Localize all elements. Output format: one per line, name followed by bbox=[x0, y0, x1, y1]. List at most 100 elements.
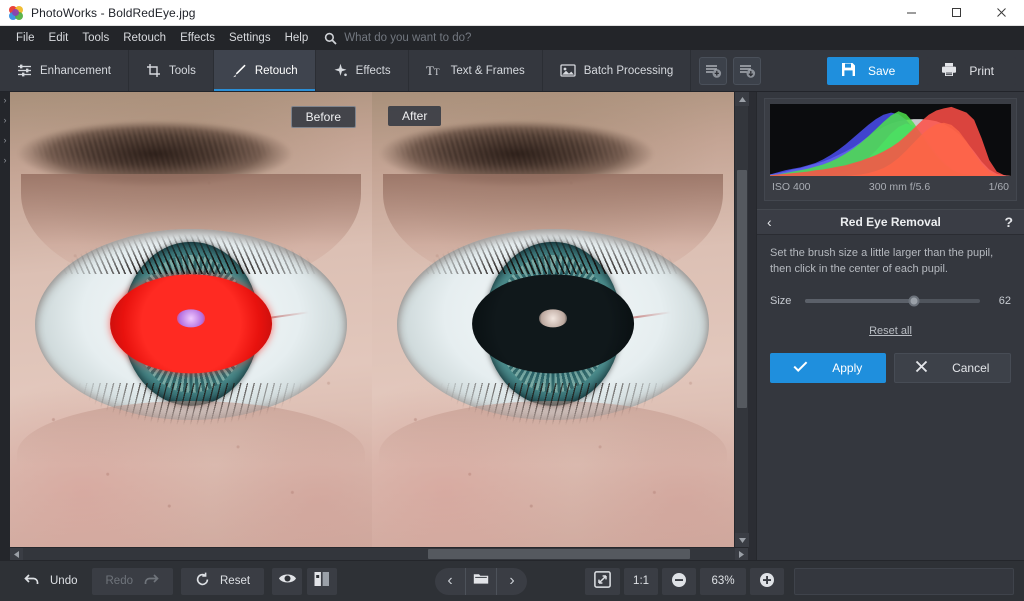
canvas-horizontal-scrollbar[interactable] bbox=[10, 547, 748, 560]
horizontal-scroll-thumb[interactable] bbox=[428, 549, 690, 559]
search-input[interactable]: What do you want to do? bbox=[344, 32, 471, 44]
preview-toggle-button[interactable] bbox=[272, 567, 303, 595]
reset-circular-arrow-icon bbox=[195, 572, 210, 590]
size-slider-value: 62 bbox=[998, 294, 1011, 307]
zoom-out-button[interactable] bbox=[662, 567, 697, 595]
size-slider[interactable] bbox=[805, 295, 980, 307]
toolbar-actions: Save Print bbox=[826, 50, 1024, 91]
expand-chevron-icon[interactable]: › bbox=[4, 116, 7, 125]
menu-item-retouch[interactable]: Retouch bbox=[116, 29, 173, 47]
text-icon: T T bbox=[426, 63, 443, 78]
save-button-label: Save bbox=[867, 63, 896, 78]
undo-button[interactable]: Undo bbox=[10, 568, 92, 595]
minimize-button[interactable] bbox=[889, 0, 934, 26]
open-folder-button[interactable] bbox=[466, 568, 496, 595]
search-icon bbox=[324, 32, 337, 45]
work-area: › › › › Before After bbox=[0, 92, 756, 560]
cancel-button[interactable]: Cancel bbox=[893, 352, 1011, 383]
zoom-level-display[interactable]: 63% bbox=[700, 567, 747, 595]
image-canvas[interactable]: Before After bbox=[10, 92, 734, 547]
redo-button-label: Redo bbox=[105, 575, 134, 587]
panel-title: Red Eye Removal bbox=[840, 215, 941, 229]
maximize-button[interactable] bbox=[934, 0, 979, 26]
before-image: Before bbox=[10, 92, 372, 547]
size-slider-knob[interactable] bbox=[908, 295, 919, 307]
tab-text-and-frames[interactable]: T T Text & Frames bbox=[409, 50, 543, 91]
redo-button[interactable]: Redo bbox=[91, 567, 173, 595]
scroll-down-icon[interactable] bbox=[735, 533, 749, 547]
expand-chevron-icon[interactable]: › bbox=[4, 96, 7, 105]
tab-enhancement[interactable]: Enhancement bbox=[0, 50, 129, 91]
print-button[interactable]: Print bbox=[927, 56, 1016, 85]
menu-item-effects[interactable]: Effects bbox=[173, 29, 222, 47]
zoom-in-button[interactable] bbox=[750, 567, 785, 595]
menu-item-tools[interactable]: Tools bbox=[75, 29, 116, 47]
histogram-chart bbox=[770, 104, 1011, 176]
sliders-icon bbox=[17, 63, 32, 78]
tab-label-batch-processing: Batch Processing bbox=[583, 64, 674, 77]
before-after-comparison: Before After bbox=[10, 92, 734, 547]
close-button[interactable] bbox=[979, 0, 1024, 26]
reset-all-link[interactable]: Reset all bbox=[869, 325, 912, 337]
save-settings-icon[interactable] bbox=[699, 56, 728, 85]
fit-to-screen-button[interactable] bbox=[585, 567, 621, 595]
brush-icon bbox=[231, 63, 247, 79]
svg-text:T: T bbox=[426, 63, 434, 78]
print-button-label: Print bbox=[969, 63, 994, 78]
vertical-scroll-thumb[interactable] bbox=[737, 170, 747, 408]
reset-all-row: Reset all bbox=[770, 321, 1011, 339]
menu-item-file[interactable]: File bbox=[9, 29, 42, 47]
tab-effects[interactable]: Effects bbox=[316, 50, 409, 91]
previous-image-button[interactable]: ‹ bbox=[435, 568, 465, 595]
left-collapsed-panel-handles[interactable]: › › › › bbox=[0, 92, 10, 560]
apply-button[interactable]: Apply bbox=[770, 352, 886, 383]
crop-icon bbox=[146, 63, 161, 78]
tab-batch-processing[interactable]: Batch Processing bbox=[543, 50, 692, 91]
status-bar-info-field bbox=[794, 567, 1014, 595]
expand-chevron-icon[interactable]: › bbox=[4, 156, 7, 165]
histogram-box: ISO 400 300 mm f/5.6 1/60 bbox=[764, 98, 1017, 201]
exif-shutter: 1/60 bbox=[988, 181, 1009, 193]
folder-icon bbox=[473, 572, 489, 590]
menu-item-help[interactable]: Help bbox=[278, 29, 316, 47]
size-slider-row: Size 62 bbox=[770, 295, 1011, 307]
tab-tools[interactable]: Tools bbox=[129, 50, 214, 91]
tab-label-effects: Effects bbox=[355, 64, 391, 77]
size-slider-label: Size bbox=[770, 294, 792, 307]
image-navigation-group: ‹ › bbox=[435, 567, 528, 595]
help-icon[interactable]: ? bbox=[1004, 215, 1013, 229]
tab-retouch[interactable]: Retouch bbox=[213, 50, 316, 91]
scroll-left-icon[interactable] bbox=[10, 548, 23, 560]
histogram-svg bbox=[770, 106, 1011, 176]
after-image: After bbox=[372, 92, 734, 547]
scroll-up-icon[interactable] bbox=[735, 92, 749, 106]
compare-toggle-button[interactable] bbox=[307, 567, 338, 595]
tab-label-retouch: Retouch bbox=[254, 64, 298, 77]
menu-item-edit[interactable]: Edit bbox=[42, 29, 76, 47]
preset-buttons bbox=[691, 50, 771, 91]
floppy-disk-icon bbox=[841, 62, 856, 80]
check-icon bbox=[793, 360, 808, 376]
window-controls bbox=[889, 0, 1024, 26]
reset-button-label: Reset bbox=[220, 575, 251, 587]
actual-size-button[interactable]: 1:1 bbox=[624, 567, 659, 595]
canvas-vertical-scrollbar[interactable] bbox=[734, 92, 749, 547]
plus-circle-icon bbox=[759, 572, 775, 591]
sparkle-icon bbox=[333, 63, 348, 78]
main-toolbar: Enhancement Tools Retouch Effects T T Te… bbox=[0, 50, 1024, 92]
next-image-button[interactable]: › bbox=[497, 568, 527, 595]
window-title: PhotoWorks - BoldRedEye.jpg bbox=[31, 5, 196, 20]
menu-item-settings[interactable]: Settings bbox=[222, 29, 278, 47]
expand-chevron-icon[interactable]: › bbox=[4, 136, 7, 145]
close-x-icon bbox=[915, 360, 928, 376]
search-box[interactable]: What do you want to do? bbox=[324, 32, 471, 45]
save-button[interactable]: Save bbox=[826, 56, 920, 85]
back-chevron-icon[interactable]: ‹ bbox=[767, 215, 772, 229]
right-panel: ISO 400 300 mm f/5.6 1/60 ‹ Red Eye Remo… bbox=[756, 92, 1024, 560]
load-settings-icon[interactable] bbox=[733, 56, 762, 85]
zoom-controls: 1:1 63% bbox=[585, 567, 785, 595]
reset-button[interactable]: Reset bbox=[181, 567, 265, 595]
scroll-right-icon[interactable] bbox=[735, 548, 748, 560]
title-bar: PhotoWorks - BoldRedEye.jpg bbox=[0, 0, 1024, 26]
fit-to-screen-icon bbox=[594, 571, 611, 591]
